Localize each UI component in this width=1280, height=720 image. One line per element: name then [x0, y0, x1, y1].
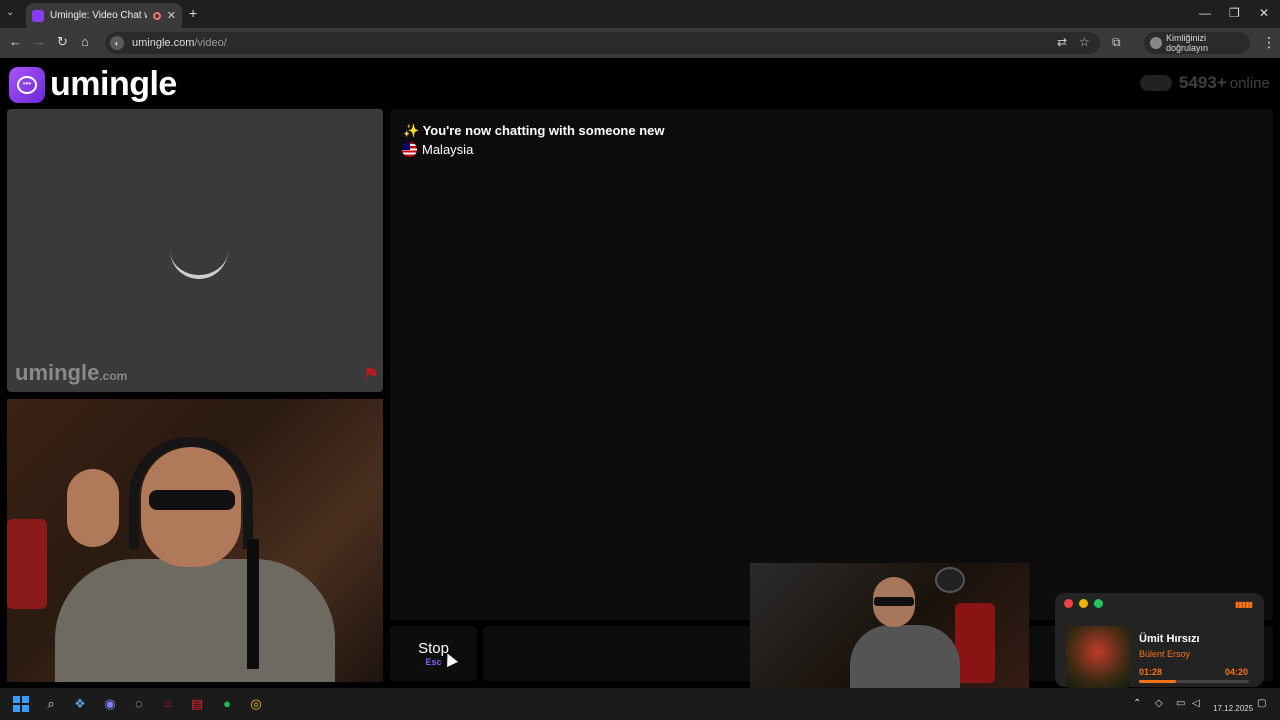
partner-country: Malaysia [402, 142, 473, 157]
umingle-favicon-icon [32, 9, 44, 22]
windows-taskbar: ⌕ ❖ ◉ ◌ ○ ▤ ● ◎ ⌃ ◇ ▭ ◁ 17.12.2025 ▢ [0, 688, 1280, 720]
tray-chevron-icon[interactable]: ⌃ [1133, 698, 1141, 709]
window-dots [1064, 599, 1103, 608]
home-icon[interactable]: ⌂ [81, 34, 89, 49]
album-art [1066, 626, 1130, 690]
avatar [1150, 37, 1162, 49]
url-host: umingle.com [132, 37, 195, 49]
song-title: Ümit Hırsızı [1139, 633, 1200, 645]
sunglasses [149, 490, 235, 510]
browser-menu-icon[interactable]: ⋮ [1262, 34, 1276, 51]
opera-icon[interactable]: ○ [160, 696, 176, 712]
network-icon[interactable]: ▭ [1176, 698, 1185, 709]
microphone-arm [247, 539, 259, 669]
minimize-button[interactable]: — [1199, 6, 1211, 20]
online-indicator: 5493+ online [1140, 73, 1270, 93]
app-icon[interactable]: ▤ [189, 696, 205, 712]
url-path: /video/ [194, 37, 227, 49]
chat-bubble-icon: ••• [9, 66, 45, 103]
stop-label: Stop [418, 640, 449, 657]
malaysia-flag-icon [402, 142, 417, 157]
restore-button[interactable]: ❐ [1229, 6, 1240, 20]
taskbar-date: 17.12.2025 [1213, 704, 1254, 713]
video-watermark: umingle.com [15, 360, 128, 385]
chat-status-message: ✨ You're now chatting with someone new [403, 123, 665, 138]
self-video [7, 399, 383, 682]
logo-text: umingle [50, 65, 177, 103]
stop-shortcut: Esc [425, 657, 442, 667]
discord-icon[interactable]: ◉ [102, 696, 118, 712]
chat-panel: ✨ You're now chatting with someone new M… [390, 109, 1273, 620]
person-body [55, 559, 335, 682]
streamer-sunglasses [874, 597, 914, 606]
artist-name: Bülent Ersoy [1139, 649, 1191, 659]
browser-tab-strip: ⌄ Umingle: Video Chat with S ✕ + — ❐ ✕ [0, 0, 1280, 28]
notifications-icon[interactable]: ▢ [1257, 698, 1266, 709]
country-name: Malaysia [422, 142, 474, 157]
umingle-logo[interactable]: ••• umingle [9, 65, 177, 104]
maximize-dot[interactable] [1094, 599, 1103, 608]
chair [7, 519, 47, 609]
browser-toolbar: ← → ↻ ⌂ ◐ umingle.com/video/ ⇄ ☆ ⧉ Kimli… [0, 28, 1280, 58]
equalizer-icon: ▮▮▮▮▮ [1234, 600, 1253, 609]
report-flag-icon[interactable]: ⚑ [363, 364, 379, 385]
elapsed-time: 01:28 [1139, 667, 1163, 677]
site-info-icon[interactable]: ◐ [110, 36, 124, 50]
profile-button[interactable]: Kimliğinizi doğrulayın [1144, 32, 1250, 54]
search-icon[interactable]: ⌕ [43, 696, 59, 712]
profile-label: Kimliğinizi doğrulayın [1165, 33, 1208, 53]
address-bar[interactable]: ◐ umingle.com/video/ [105, 32, 1100, 54]
progress-fill [1139, 680, 1177, 683]
extensions-icon[interactable]: ⧉ [1112, 35, 1121, 50]
gaming-chair [955, 603, 995, 683]
stop-button[interactable]: Stop Esc [390, 626, 477, 681]
recording-indicator-icon [152, 11, 161, 20]
tab-search-icon[interactable]: ⌄ [6, 7, 14, 18]
wall-logo [935, 567, 965, 593]
total-duration: 04:20 [1224, 667, 1248, 677]
loading-spinner-icon [170, 239, 228, 279]
online-label: online [1229, 74, 1270, 92]
now-playing-widget: ▮▮▮▮▮ Ümit Hırsızı Bülent Ersoy 01:28 04… [1055, 593, 1264, 690]
windows-start-icon[interactable] [13, 696, 29, 712]
browser-tab-umingle[interactable]: Umingle: Video Chat with S ✕ [26, 3, 182, 28]
volume-icon[interactable]: ◁ [1192, 698, 1200, 709]
stranger-video: umingle.com ⚑ [7, 109, 383, 392]
progress-bar[interactable] [1139, 680, 1249, 683]
chrome-icon[interactable]: ◎ [248, 696, 264, 712]
close-window-button[interactable]: ✕ [1259, 6, 1269, 20]
spotify-icon[interactable]: ● [219, 696, 235, 712]
reload-icon[interactable]: ↻ [57, 34, 68, 50]
translate-icon[interactable]: ⇄ [1057, 35, 1067, 49]
forward-icon[interactable]: → [33, 34, 46, 49]
raised-hand [67, 469, 119, 547]
back-icon[interactable]: ← [9, 34, 22, 49]
app-icon[interactable]: ❖ [72, 696, 88, 712]
online-count: 5493+ [1179, 73, 1227, 92]
app-icon[interactable]: ◌ [131, 696, 147, 712]
tray-app-icon[interactable]: ◇ [1155, 698, 1163, 709]
minimize-dot[interactable] [1079, 599, 1088, 608]
tab-close-icon[interactable]: ✕ [167, 9, 176, 22]
close-dot[interactable] [1064, 599, 1073, 608]
bookmark-star-icon[interactable]: ☆ [1079, 35, 1090, 49]
theme-toggle[interactable] [1140, 75, 1172, 91]
new-tab-button[interactable]: + [189, 5, 197, 21]
tab-title: Umingle: Video Chat with S [50, 10, 147, 21]
